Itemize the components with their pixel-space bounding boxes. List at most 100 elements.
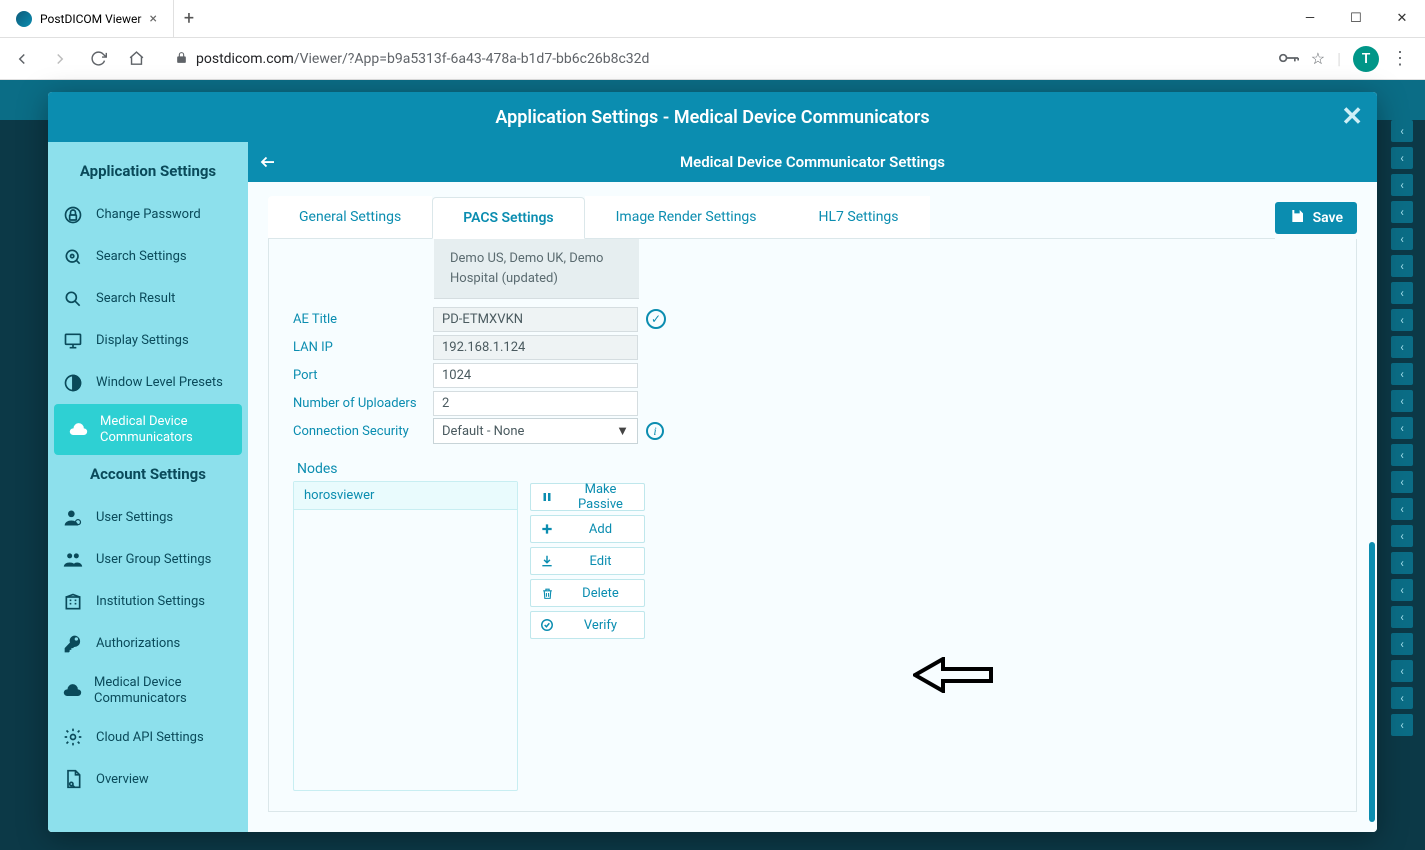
ae-title-label: AE Title [293,312,433,327]
tab-strip: General Settings PACS Settings Image Ren… [268,196,1275,239]
browser-tab[interactable]: PostDICOM Viewer × [0,0,174,37]
browser-menu-icon[interactable]: ⋮ [1391,48,1409,69]
users-icon [62,549,84,571]
port-label: Port [293,368,433,383]
uploaders-label: Number of Uploaders [293,396,433,411]
tab-favicon [16,11,32,27]
nodes-list: horosviewer [293,481,518,791]
window-controls: — ☐ ✕ [1287,0,1425,37]
backdrop-scroll-chips: ‹‹‹‹‹‹‹‹‹‹‹‹‹‹‹‹‹‹‹‹‹‹‹ [1391,120,1413,830]
node-item[interactable]: horosviewer [294,482,517,510]
panel-body: General Settings PACS Settings Image Ren… [248,182,1377,832]
key-icon[interactable] [1279,49,1299,68]
make-passive-button[interactable]: Make Passive [530,483,645,511]
browser-toolbar: postdicom.com/Viewer/?App=b9a5313f-6a43-… [0,38,1425,80]
tab-image-render-settings[interactable]: Image Render Settings [585,196,788,238]
sidebar-item-search-result[interactable]: Search Result [48,278,248,320]
sidebar-item-search-settings[interactable]: Search Settings [48,236,248,278]
address-bar[interactable]: postdicom.com/Viewer/?App=b9a5313f-6a43-… [162,44,1265,74]
panel-back-button[interactable] [248,153,288,171]
user-icon [62,507,84,529]
check-circle-icon [539,618,555,632]
pacs-settings-card: Demo US, Demo UK, Demo Hospital (updated… [268,239,1357,812]
sidebar-item-change-password[interactable]: Change Password [48,194,248,236]
sidebar-item-medical-device-communicators-account[interactable]: Medical Device Communicators [48,665,248,716]
uploaders-input[interactable]: 2 [433,391,638,416]
chevron-down-icon: ▼ [616,423,629,439]
window-maximize-button[interactable]: ☐ [1333,0,1379,37]
check-circle-icon: ✓ [646,309,666,329]
panel-header: Medical Device Communicator Settings [248,142,1377,182]
building-icon [62,591,84,613]
nav-reload-button[interactable] [86,47,110,71]
tab-general-settings[interactable]: General Settings [268,196,432,238]
sidebar-item-authorizations[interactable]: Authorizations [48,623,248,665]
gear-search-icon [62,246,84,268]
sidebar-item-overview[interactable]: Overview [48,758,248,800]
save-button[interactable]: Save [1275,202,1357,234]
content-scrollbar[interactable] [1369,542,1375,822]
lock-icon [62,204,84,226]
lock-icon [175,51,188,67]
tab-pacs-settings[interactable]: PACS Settings [432,197,584,239]
connection-security-label: Connection Security [293,424,433,439]
window-minimize-button[interactable]: — [1287,0,1333,37]
ae-title-value: PD-ETMXVKN [433,307,638,332]
modal-title: Application Settings - Medical Device Co… [495,107,929,128]
info-icon[interactable]: i [646,422,664,440]
pause-icon [539,491,555,503]
add-node-button[interactable]: Add [530,515,645,543]
address-url: postdicom.com/Viewer/?App=b9a5313f-6a43-… [196,51,649,67]
api-gear-icon [62,726,84,748]
sidebar-item-institution-settings[interactable]: Institution Settings [48,581,248,623]
nav-forward-button[interactable] [48,47,72,71]
verify-node-button[interactable]: Verify [530,611,645,639]
lan-ip-label: LAN IP [293,340,433,355]
tab-close-icon[interactable]: × [149,11,156,27]
edit-node-button[interactable]: Edit [530,547,645,575]
sidebar-item-user-group-settings[interactable]: User Group Settings [48,539,248,581]
lan-ip-value: 192.168.1.124 [433,335,638,360]
cloud-icon [62,680,82,702]
modal-close-icon[interactable]: ✕ [1341,102,1363,132]
new-tab-button[interactable]: + [174,0,204,37]
sidebar-item-display-settings[interactable]: Display Settings [48,320,248,362]
nodes-title: Nodes [293,461,518,477]
nav-home-button[interactable] [124,47,148,71]
download-icon [539,554,555,568]
browser-titlebar: PostDICOM Viewer × + — ☐ ✕ [0,0,1425,38]
settings-modal: Application Settings - Medical Device Co… [48,92,1377,832]
save-icon [1289,208,1305,228]
plus-icon [539,522,555,536]
sidebar-item-cloud-api-settings[interactable]: Cloud API Settings [48,716,248,758]
pacs-form: AE Title PD-ETMXVKN ✓ LAN IP 192.168.1.1… [269,299,1356,445]
modal-header: Application Settings - Medical Device Co… [48,92,1377,142]
sidebar-section-account: Account Settings [48,455,248,497]
delete-node-button[interactable]: Delete [530,579,645,607]
sidebar-item-user-settings[interactable]: User Settings [48,497,248,539]
tab-title: PostDICOM Viewer [40,12,141,26]
sidebar-section-application: Application Settings [48,152,248,194]
sidebar-item-medical-device-communicators[interactable]: Medical Device Communicators [54,404,242,455]
institutions-banner: Demo US, Demo UK, Demo Hospital (updated… [434,239,639,299]
profile-avatar[interactable]: T [1353,46,1379,72]
bookmark-star-icon[interactable]: ☆ [1311,49,1325,68]
key-auth-icon [62,633,84,655]
monitor-icon [62,330,84,352]
search-icon [62,288,84,310]
trash-icon [539,587,555,600]
node-actions: Make Passive Add Edit [530,461,645,791]
sidebar-item-window-level-presets[interactable]: Window Level Presets [48,362,248,404]
cloud-icon [68,419,88,441]
contrast-icon [62,372,84,394]
nav-back-button[interactable] [10,47,34,71]
document-icon [62,768,84,790]
settings-sidebar: Application Settings Change Password Sea… [48,142,248,832]
port-input[interactable]: 1024 [433,363,638,388]
window-close-button[interactable]: ✕ [1379,0,1425,37]
tab-hl7-settings[interactable]: HL7 Settings [788,196,930,238]
main-panel: Medical Device Communicator Settings Gen… [248,142,1377,832]
panel-title: Medical Device Communicator Settings [248,153,1377,171]
connection-security-select[interactable]: Default - None ▼ [433,418,638,444]
nodes-block: Nodes horosviewer Make Passive [269,445,1356,791]
